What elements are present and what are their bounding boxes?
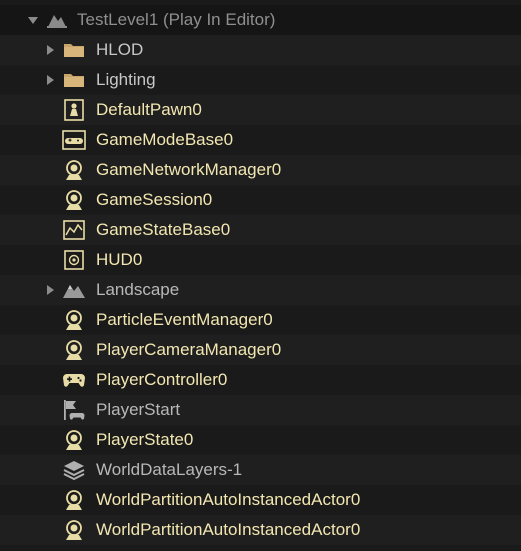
outliner-row[interactable]: DefaultPawn0 [0, 95, 521, 125]
folder-icon [61, 67, 87, 93]
outliner-row[interactable]: WorldPartitionAutoInstancedActor0 [0, 515, 521, 545]
player-start-icon [61, 397, 87, 423]
game-mode-icon [61, 127, 87, 153]
outliner-row[interactable]: PlayerController0 [0, 365, 521, 395]
outliner-item-label: GameModeBase0 [96, 130, 234, 149]
pawn-icon [61, 97, 87, 123]
outliner-row[interactable]: GameNetworkManager0 [0, 155, 521, 185]
outliner-item-label: PlayerCameraManager0 [96, 340, 282, 359]
outliner-item-label: DefaultPawn0 [96, 100, 202, 119]
hud-icon [61, 247, 87, 273]
outliner-row[interactable]: WorldDataLayers-1 [0, 455, 521, 485]
outliner-item-label: HLOD [96, 40, 144, 59]
info-actor-icon [61, 427, 87, 453]
outliner-row[interactable]: GameModeBase0 [0, 125, 521, 155]
world-row[interactable]: TestLevel1 (Play In Editor) [0, 5, 521, 35]
expand-arrow-icon[interactable] [47, 75, 54, 85]
collapse-arrow-icon[interactable] [28, 17, 38, 24]
outliner-item-label: Landscape [96, 280, 180, 299]
outliner-row[interactable]: GameStateBase0 [0, 215, 521, 245]
outliner-item-label: WorldPartitionAutoInstancedActor0 [96, 520, 361, 539]
outliner-row[interactable]: PlayerCameraManager0 [0, 335, 521, 365]
outliner-item-label: GameStateBase0 [96, 220, 231, 239]
landscape-icon [61, 277, 87, 303]
outliner-item-label: PlayerStart [96, 400, 181, 419]
layers-icon [61, 457, 87, 483]
info-actor-icon [61, 337, 87, 363]
outliner-item-label: PlayerController0 [96, 370, 228, 389]
outliner-row[interactable]: PlayerState0 [0, 425, 521, 455]
gamepad-icon [61, 367, 87, 393]
folder-icon [61, 37, 87, 63]
info-actor-icon [61, 157, 87, 183]
info-actor-icon [61, 187, 87, 213]
info-actor-icon [61, 307, 87, 333]
outliner-item-label: GameSession0 [96, 190, 213, 209]
outliner-item-label: Lighting [96, 70, 156, 89]
outliner-row[interactable]: Lighting [0, 65, 521, 95]
outliner-item-label: WorldDataLayers-1 [96, 460, 243, 479]
outliner-row[interactable]: ParticleEventManager0 [0, 305, 521, 335]
outliner-row[interactable]: HUD0 [0, 245, 521, 275]
outliner-item-label: WorldPartitionAutoInstancedActor0 [96, 490, 361, 509]
expand-arrow-icon[interactable] [47, 45, 54, 55]
world-icon [44, 7, 70, 33]
world-outliner: TestLevel1 (Play In Editor) HLOD Lighting… [0, 0, 521, 551]
outliner-item-label: GameNetworkManager0 [96, 160, 282, 179]
info-actor-icon [61, 487, 87, 513]
outliner-row[interactable]: HLOD [0, 35, 521, 65]
world-label: TestLevel1 (Play In Editor) [77, 10, 276, 29]
outliner-item-label: ParticleEventManager0 [96, 310, 273, 329]
outliner-item-label: HUD0 [96, 250, 143, 269]
expand-arrow-icon[interactable] [47, 285, 54, 295]
outliner-row[interactable]: PlayerStart [0, 395, 521, 425]
outliner-row[interactable]: GameSession0 [0, 185, 521, 215]
outliner-item-label: PlayerState0 [96, 430, 194, 449]
outliner-row[interactable]: Landscape [0, 275, 521, 305]
info-actor-icon [61, 517, 87, 543]
game-state-icon [61, 217, 87, 243]
outliner-row[interactable]: WorldPartitionAutoInstancedActor0 [0, 485, 521, 515]
